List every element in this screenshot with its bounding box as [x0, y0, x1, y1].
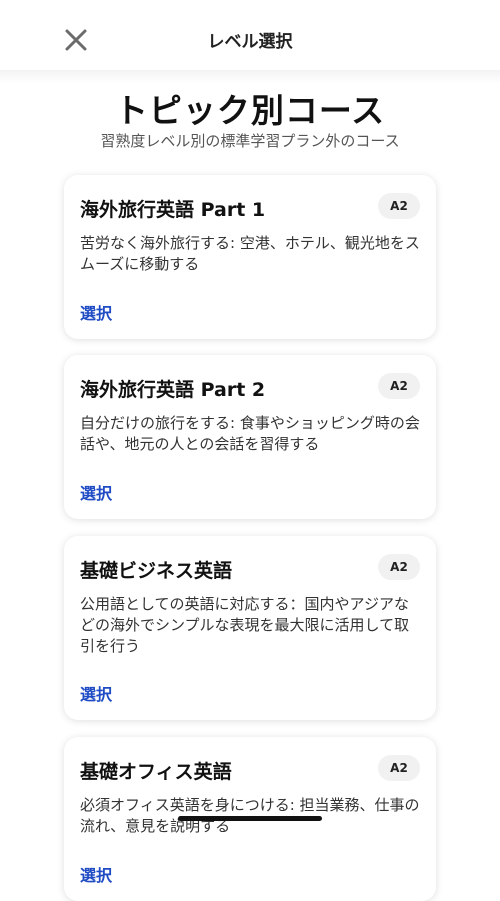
- select-button[interactable]: 選択: [80, 300, 112, 324]
- header-divider: [0, 70, 500, 84]
- course-title: 海外旅行英語 Part 1: [80, 199, 266, 221]
- course-description: 苦労なく海外旅行する: 空港、ホテル、観光地をスムーズに移動する: [80, 234, 420, 273]
- level-badge: A2: [378, 755, 420, 781]
- course-title: 基礎ビジネス英語: [80, 560, 233, 582]
- home-indicator: [178, 816, 322, 821]
- select-button[interactable]: 選択: [80, 480, 112, 504]
- level-badge: A2: [378, 373, 420, 399]
- select-button[interactable]: 選択: [80, 681, 112, 705]
- header-title: レベル選択: [207, 32, 293, 52]
- course-card[interactable]: 海外旅行英語 Part 1 A2 苦労なく海外旅行する: 空港、ホテル、観光地を…: [64, 175, 436, 339]
- level-badge: A2: [378, 554, 420, 580]
- page-subtitle: 習熟度レベル別の標準学習プラン外のコース: [100, 132, 400, 150]
- course-description: 自分だけの旅行をする: 食事やショッピング時の会話や、地元の人との会話を習得する: [80, 414, 420, 453]
- select-button[interactable]: 選択: [80, 862, 112, 886]
- page-title: トピック別コース: [114, 91, 386, 130]
- course-card[interactable]: 基礎ビジネス英語 A2 公用語としての英語に対応する：国内やアジアなどの海外でシ…: [64, 536, 436, 720]
- level-badge: A2: [378, 193, 420, 219]
- course-title: 海外旅行英語 Part 2: [80, 379, 266, 401]
- course-card[interactable]: 海外旅行英語 Part 2 A2 自分だけの旅行をする: 食事やショッピング時の…: [64, 355, 436, 519]
- course-title: 基礎オフィス英語: [80, 761, 232, 783]
- course-description: 公用語としての英語に対応する：国内やアジアなどの海外でシンプルな表現を最大限に活…: [80, 595, 410, 655]
- header-bar: レベル選択: [0, 0, 500, 76]
